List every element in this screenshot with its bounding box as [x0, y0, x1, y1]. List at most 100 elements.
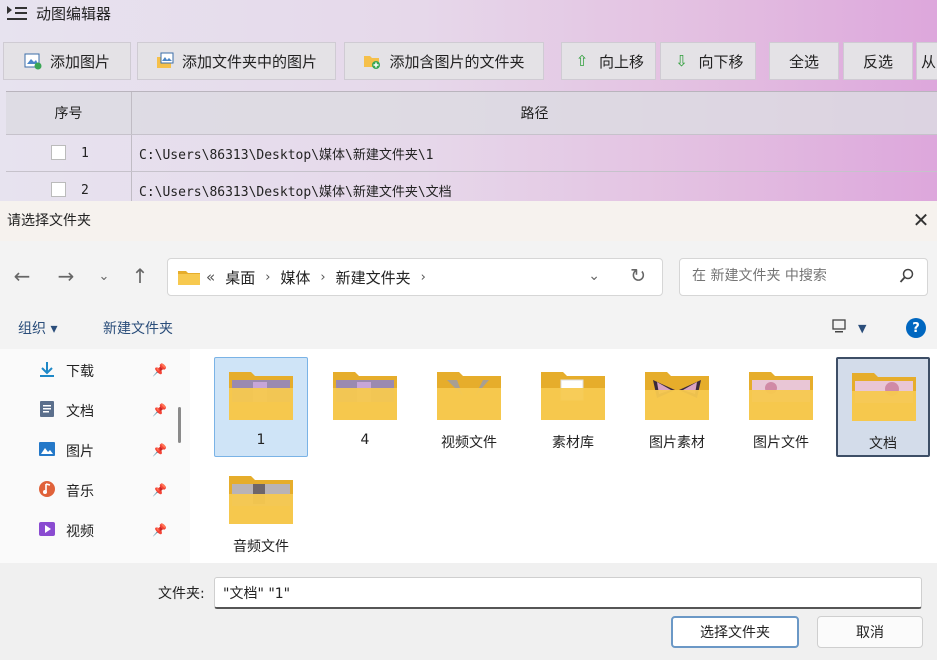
sidebar-item-videos[interactable]: 视频 📌: [38, 511, 178, 551]
column-header-path: 路径: [520, 106, 549, 122]
refresh-icon[interactable]: ↻: [630, 265, 646, 287]
folder-thumbnail-icon: [229, 472, 293, 524]
folder-label: 图片素材: [649, 435, 705, 451]
folder-name-label: 文件夹:: [158, 586, 205, 602]
organize-menu-button[interactable]: 组织 ▾: [18, 307, 57, 349]
navigation-bar: ← → ⌄ ↑ « 桌面 › 媒体 › 新建文件夹 › ⌄ ↻: [0, 241, 937, 307]
sidebar-item-documents[interactable]: 文档 📌: [38, 391, 178, 431]
chevron-right-icon[interactable]: ›: [265, 270, 270, 285]
row-number: 1: [81, 145, 89, 161]
music-icon: [38, 480, 56, 502]
folder-thumbnail-icon: [437, 368, 501, 420]
breadcrumb-overflow[interactable]: «: [206, 268, 215, 286]
help-icon: ?: [906, 318, 926, 338]
pin-icon[interactable]: 📌: [152, 403, 167, 417]
breadcrumb-item-new-folder[interactable]: 新建文件夹: [336, 267, 411, 288]
folder-item[interactable]: 4: [318, 357, 412, 457]
folder-icon: [178, 269, 200, 285]
address-bar[interactable]: « 桌面 › 媒体 › 新建文件夹 › ⌄ ↻: [167, 258, 663, 296]
folder-thumbnail-icon: [852, 369, 916, 421]
new-folder-button[interactable]: 新建文件夹: [103, 307, 173, 349]
folder-label: 4: [360, 432, 370, 448]
move-down-button[interactable]: ⇩ 向下移: [660, 42, 756, 80]
add-image-button[interactable]: 添加图片: [3, 42, 131, 80]
folder-item[interactable]: 音频文件: [214, 461, 308, 561]
from-button[interactable]: 从: [916, 42, 937, 80]
close-icon[interactable]: ✕: [909, 208, 933, 232]
view-options-button[interactable]: ▼: [832, 307, 866, 349]
pin-icon[interactable]: 📌: [152, 363, 167, 377]
help-button[interactable]: ?: [906, 307, 926, 349]
folder-item[interactable]: 图片素材: [630, 357, 724, 457]
folder-name-field[interactable]: [214, 577, 922, 609]
video-icon: [38, 520, 56, 542]
breadcrumb-item-desktop[interactable]: 桌面: [225, 267, 255, 288]
pin-icon[interactable]: 📌: [152, 483, 167, 497]
sidebar-item-pictures[interactable]: 图片 📌: [38, 431, 178, 471]
arrow-down-icon: ⇩: [675, 52, 688, 70]
select-folder-button[interactable]: 选择文件夹: [671, 616, 799, 648]
breadcrumb-item-media[interactable]: 媒体: [280, 267, 310, 288]
folder-content-view: 1 4 视频文件 素材库 图片素材 图片文件 文档 音频文件: [190, 349, 937, 563]
chevron-down-icon: ▼: [858, 321, 867, 335]
add-folder-with-images-button[interactable]: 添加含图片的文件夹: [344, 42, 544, 80]
add-image-icon: [24, 52, 42, 70]
arrow-up-icon: ⇧: [575, 52, 589, 70]
dialog-footer: 文件夹: 选择文件夹 取消: [0, 563, 937, 660]
pin-icon[interactable]: 📌: [152, 443, 167, 457]
folder-item[interactable]: 图片文件: [734, 357, 828, 457]
command-bar: 组织 ▾ 新建文件夹 ▼ ?: [0, 307, 937, 350]
select-all-button[interactable]: 全选: [769, 42, 839, 80]
sidebar-scrollbar[interactable]: [178, 407, 181, 443]
invert-selection-button[interactable]: 反选: [843, 42, 913, 80]
search-box[interactable]: [679, 258, 928, 296]
add-folder-icon: [363, 52, 381, 70]
sidebar-item-downloads[interactable]: 下载 📌: [38, 351, 178, 391]
up-arrow-icon[interactable]: ↑: [128, 264, 152, 288]
view-layout-icon: [832, 319, 846, 337]
folder-label: 文档: [869, 436, 897, 452]
folder-label: 素材库: [552, 435, 594, 451]
address-dropdown-icon[interactable]: ⌄: [588, 268, 600, 284]
search-icon[interactable]: [899, 268, 915, 284]
search-input[interactable]: [690, 267, 894, 285]
app-titlebar: 动图编辑器: [6, 0, 111, 26]
image-path-table: 序号 路径 1 C:\Users\86313\Desktop\媒体\新建文件夹\…: [6, 91, 937, 208]
app-title: 动图编辑器: [36, 4, 112, 23]
table-row[interactable]: 1 C:\Users\86313\Desktop\媒体\新建文件夹\1: [6, 134, 937, 171]
column-header-index: 序号: [6, 92, 132, 134]
folder-thumbnail-icon: [749, 368, 813, 420]
chevron-right-icon[interactable]: ›: [421, 270, 426, 285]
folder-thumbnail-icon: [229, 368, 293, 420]
folder-label: 音频文件: [233, 539, 289, 555]
folder-label: 1: [256, 432, 266, 448]
folder-item[interactable]: 视频文件: [422, 357, 516, 457]
forward-arrow-icon[interactable]: →: [54, 264, 78, 288]
app-logo-icon: [6, 5, 28, 21]
folder-label: 视频文件: [441, 435, 497, 451]
recent-locations-chevron-icon[interactable]: ⌄: [94, 265, 114, 287]
back-arrow-icon[interactable]: ←: [10, 264, 34, 288]
cancel-button[interactable]: 取消: [817, 616, 923, 648]
folder-item[interactable]: 素材库: [526, 357, 620, 457]
row-path: C:\Users\86313\Desktop\媒体\新建文件夹\1: [139, 147, 434, 163]
chevron-right-icon[interactable]: ›: [320, 270, 325, 285]
row-checkbox[interactable]: [51, 145, 66, 160]
move-up-button[interactable]: ⇧ 向上移: [561, 42, 656, 80]
select-folder-dialog: 请选择文件夹 ✕ ← → ⌄ ↑ « 桌面 › 媒体 › 新建文件夹 › ⌄ ↻: [0, 201, 937, 660]
folder-item[interactable]: 1: [214, 357, 308, 457]
picture-icon: [38, 440, 56, 462]
row-checkbox[interactable]: [51, 182, 66, 197]
pin-icon[interactable]: 📌: [152, 523, 167, 537]
dialog-titlebar: 请选择文件夹 ✕: [0, 201, 937, 241]
folder-item[interactable]: 文档: [836, 357, 930, 457]
folder-thumbnail-icon: [333, 368, 397, 420]
table-header: 序号 路径: [6, 92, 937, 134]
folder-thumbnail-icon: [541, 368, 605, 420]
sidebar-item-music[interactable]: 音乐 📌: [38, 471, 178, 511]
folder-images-icon: [156, 52, 174, 70]
download-icon: [38, 360, 56, 382]
add-folder-images-button[interactable]: 添加文件夹中的图片: [137, 42, 336, 80]
navigation-pane: 下载 📌 文档 📌 图片 📌 音乐 📌 视频 📌: [0, 349, 190, 563]
folder-name-input[interactable]: [221, 584, 905, 602]
